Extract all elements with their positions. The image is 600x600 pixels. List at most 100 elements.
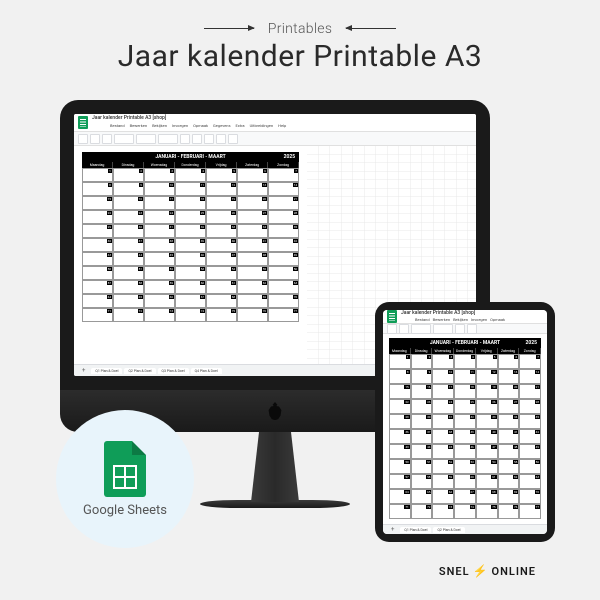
calendar-cell[interactable]: 18 bbox=[454, 384, 476, 399]
calendar-cell[interactable]: 1 bbox=[389, 354, 411, 369]
calendar-cell[interactable]: 48 bbox=[237, 252, 268, 266]
calendar-cell[interactable]: 26 bbox=[206, 210, 237, 224]
calendar-cell[interactable]: 63 bbox=[519, 474, 541, 489]
calendar-cell[interactable]: 45 bbox=[432, 444, 454, 459]
tool-font[interactable] bbox=[158, 134, 178, 144]
calendar-cell[interactable]: 69 bbox=[498, 489, 520, 504]
calendar-cell[interactable]: 29 bbox=[82, 224, 113, 238]
calendar-cell[interactable]: 65 bbox=[411, 489, 433, 504]
calendar-cell[interactable]: 67 bbox=[454, 489, 476, 504]
calendar-cell[interactable]: 21 bbox=[519, 384, 541, 399]
calendar-cell[interactable]: 55 bbox=[498, 459, 520, 474]
calendar-cell[interactable]: 22 bbox=[82, 210, 113, 224]
calendar-cell[interactable]: 42 bbox=[519, 429, 541, 444]
tool-align-icon[interactable] bbox=[467, 324, 477, 334]
calendar-cell[interactable]: 32 bbox=[175, 224, 206, 238]
calendar-cell[interactable]: 29 bbox=[389, 414, 411, 429]
calendar-cell[interactable]: 4 bbox=[454, 354, 476, 369]
tool-zoom[interactable] bbox=[411, 324, 431, 334]
calendar-cell[interactable]: 17 bbox=[144, 196, 175, 210]
calendar-cell[interactable]: 50 bbox=[389, 459, 411, 474]
calendar-cell[interactable]: 43 bbox=[389, 444, 411, 459]
calendar-cell[interactable]: 26 bbox=[476, 399, 498, 414]
menu-item[interactable]: Bewerken bbox=[130, 123, 147, 128]
calendar-cell[interactable]: 10 bbox=[144, 182, 175, 196]
menu-item[interactable]: Bewerken bbox=[433, 317, 450, 322]
calendar-cell[interactable]: 31 bbox=[144, 224, 175, 238]
menu-item[interactable]: Extra bbox=[236, 123, 245, 128]
calendar-cell[interactable]: 68 bbox=[206, 294, 237, 308]
calendar-cell[interactable]: 65 bbox=[113, 294, 144, 308]
calendar-cell[interactable]: 15 bbox=[82, 196, 113, 210]
calendar-cell[interactable]: 8 bbox=[389, 369, 411, 384]
sheet-tab[interactable]: Q2 Plan & Doel bbox=[124, 368, 155, 374]
calendar-cell[interactable]: 67 bbox=[175, 294, 206, 308]
sheet-tab[interactable]: Q2 Plan & Doel bbox=[433, 527, 464, 533]
menu-item[interactable]: Bekijken bbox=[152, 123, 167, 128]
sheet-tab[interactable]: Q1 Plan & Doel bbox=[91, 368, 122, 374]
calendar-cell[interactable]: 7 bbox=[519, 354, 541, 369]
calendar-cell[interactable]: 40 bbox=[476, 429, 498, 444]
calendar-cell[interactable]: 10 bbox=[432, 369, 454, 384]
calendar-cell[interactable]: 27 bbox=[498, 399, 520, 414]
calendar-cell[interactable]: 1 bbox=[82, 168, 113, 182]
calendar-cell[interactable]: 12 bbox=[206, 182, 237, 196]
calendar-cell[interactable]: 76 bbox=[237, 308, 268, 322]
tool-align-icon[interactable] bbox=[204, 134, 214, 144]
calendar-cell[interactable]: 19 bbox=[476, 384, 498, 399]
calendar-cell[interactable]: 35 bbox=[519, 414, 541, 429]
tool-zoom[interactable] bbox=[114, 134, 134, 144]
calendar-cell[interactable]: 11 bbox=[175, 182, 206, 196]
tool-redo-icon[interactable] bbox=[90, 134, 100, 144]
calendar-cell[interactable]: 23 bbox=[411, 399, 433, 414]
calendar-cell[interactable]: 39 bbox=[175, 238, 206, 252]
tool-format[interactable] bbox=[136, 134, 156, 144]
calendar-cell[interactable]: 23 bbox=[113, 210, 144, 224]
calendar-cell[interactable]: 54 bbox=[476, 459, 498, 474]
calendar-cell[interactable]: 17 bbox=[432, 384, 454, 399]
calendar-cell[interactable]: 68 bbox=[476, 489, 498, 504]
calendar-cell[interactable]: 48 bbox=[498, 444, 520, 459]
menu-bar[interactable]: Bestand Bewerken Bekijken Invoegen Opmaa… bbox=[401, 316, 519, 324]
calendar-cell[interactable]: 24 bbox=[144, 210, 175, 224]
tool-print-icon[interactable] bbox=[102, 134, 112, 144]
calendar-cell[interactable]: 56 bbox=[268, 266, 299, 280]
calendar-cell[interactable]: 9 bbox=[113, 182, 144, 196]
calendar-cell[interactable]: 75 bbox=[476, 504, 498, 519]
calendar-cell[interactable]: 3 bbox=[432, 354, 454, 369]
menu-item[interactable]: Bestand bbox=[110, 123, 125, 128]
calendar-cell[interactable]: 62 bbox=[237, 280, 268, 294]
calendar-cell[interactable]: 38 bbox=[432, 429, 454, 444]
calendar-cell[interactable]: 41 bbox=[498, 429, 520, 444]
tool-undo-icon[interactable] bbox=[78, 134, 88, 144]
tool-italic-icon[interactable] bbox=[192, 134, 202, 144]
calendar-cell[interactable]: 43 bbox=[82, 252, 113, 266]
sheet-tab[interactable]: Q4 Plan & Doel bbox=[191, 368, 222, 374]
menu-item[interactable]: Bekijken bbox=[453, 317, 468, 322]
calendar-cell[interactable]: 59 bbox=[432, 474, 454, 489]
calendar-cell[interactable]: 9 bbox=[411, 369, 433, 384]
calendar-cell[interactable]: 55 bbox=[237, 266, 268, 280]
menu-item[interactable]: Help bbox=[278, 123, 286, 128]
menu-item[interactable]: Invoegen bbox=[172, 123, 188, 128]
calendar-cell[interactable]: 64 bbox=[82, 294, 113, 308]
calendar-cell[interactable]: 53 bbox=[175, 266, 206, 280]
calendar-cell[interactable]: 25 bbox=[175, 210, 206, 224]
calendar-cell[interactable]: 22 bbox=[389, 399, 411, 414]
calendar-cell[interactable]: 16 bbox=[411, 384, 433, 399]
calendar-cell[interactable]: 76 bbox=[498, 504, 520, 519]
calendar-cell[interactable]: 49 bbox=[268, 252, 299, 266]
calendar-cell[interactable]: 14 bbox=[268, 182, 299, 196]
calendar-cell[interactable]: 11 bbox=[454, 369, 476, 384]
calendar-cell[interactable]: 24 bbox=[432, 399, 454, 414]
tool-bold-icon[interactable] bbox=[180, 134, 190, 144]
calendar-cell[interactable]: 21 bbox=[268, 196, 299, 210]
calendar-cell[interactable]: 20 bbox=[498, 384, 520, 399]
tool-redo-icon[interactable] bbox=[399, 324, 409, 334]
calendar-cell[interactable]: 75 bbox=[206, 308, 237, 322]
calendar-cell[interactable]: 46 bbox=[454, 444, 476, 459]
calendar-cell[interactable]: 60 bbox=[454, 474, 476, 489]
calendar-cell[interactable]: 30 bbox=[113, 224, 144, 238]
tool-bold-icon[interactable] bbox=[455, 324, 465, 334]
calendar-cell[interactable]: 45 bbox=[144, 252, 175, 266]
